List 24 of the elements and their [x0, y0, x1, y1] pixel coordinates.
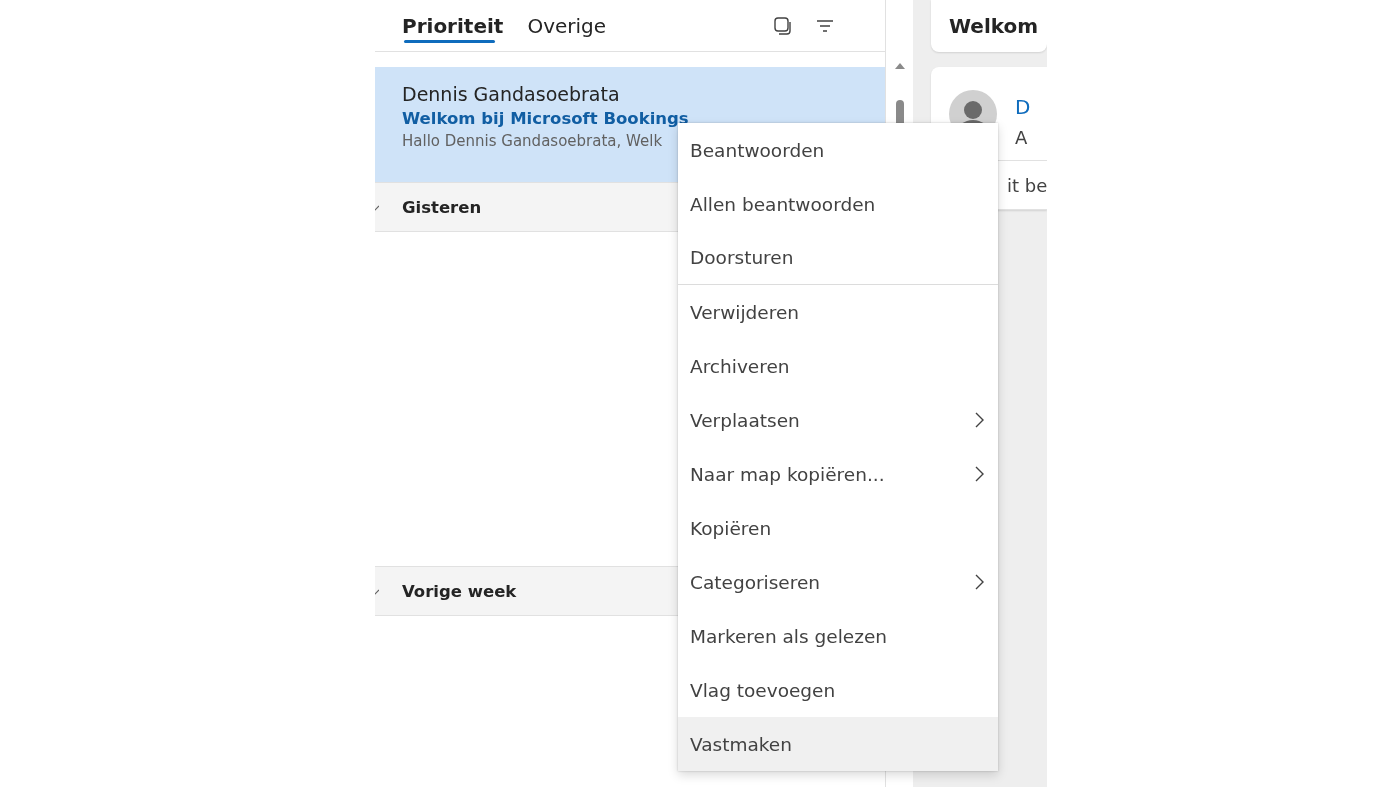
message-preview: Hallo Dennis Gandasoebrata, Welk — [402, 132, 663, 150]
sender-name[interactable]: D — [1015, 95, 1031, 119]
scroll-up-icon[interactable] — [894, 62, 905, 69]
select-icon[interactable] — [773, 15, 793, 36]
menu-item[interactable]: Verplaatsen — [678, 393, 998, 447]
recipient-line: A — [1015, 127, 1028, 148]
group-label: Vorige week — [402, 581, 517, 601]
menu-item[interactable]: Categoriseren — [678, 555, 998, 609]
menu-item[interactable]: Archiveren — [678, 339, 998, 393]
tab[interactable]: Overige — [527, 0, 607, 52]
menu-item[interactable]: Verwijderen — [678, 285, 998, 339]
tab[interactable]: Prioriteit — [402, 0, 504, 52]
menu-item[interactable]: Allen beantwoorden — [678, 177, 998, 231]
menu-item[interactable]: Naar map kopiëren... — [678, 447, 998, 501]
menu-item[interactable]: Vastmaken — [678, 717, 998, 771]
reading-title: Welkom — [931, 0, 1047, 52]
menu-item[interactable]: Vlag toevoegen — [678, 663, 998, 717]
info-text: it be — [1007, 174, 1047, 196]
menu-item[interactable]: Doorsturen — [678, 231, 998, 285]
sender-name: Dennis Gandasoebrata — [402, 83, 621, 105]
group-label: Gisteren — [402, 197, 482, 217]
menu-item[interactable]: Kopiëren — [678, 501, 998, 555]
menu-item[interactable]: Beantwoorden — [678, 123, 998, 177]
menu-item[interactable]: Markeren als gelezen — [678, 609, 998, 663]
